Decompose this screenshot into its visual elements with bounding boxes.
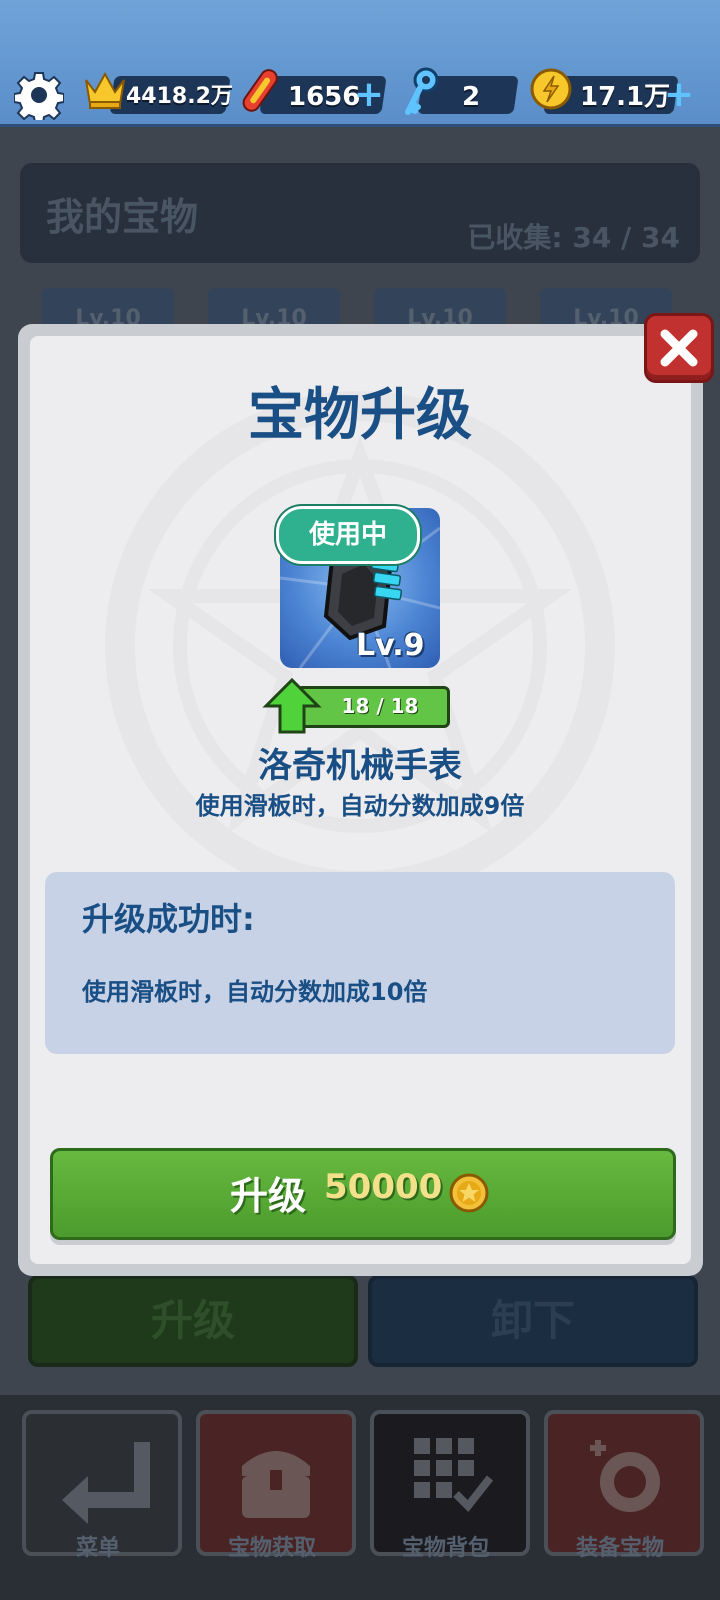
hoverboard-icon — [242, 69, 278, 112]
upgrade-success-title: 升级成功时: — [82, 900, 255, 938]
upgrade-arrow-icon — [262, 677, 322, 734]
in-use-badge: 使用中 — [276, 506, 420, 564]
add-coins-button[interactable]: + — [662, 76, 696, 114]
nav-equip-treasure-label: 装备宝物 — [575, 1536, 664, 1561]
item-level-label: Lv.9 — [356, 628, 425, 663]
background-upgrade-button: 升级 — [28, 1275, 358, 1367]
item-name: 洛奇机械手表 — [258, 746, 462, 786]
crowns-value: 4418.2万 — [126, 84, 233, 109]
upgrade-cost: 50000 — [324, 1167, 443, 1207]
crown-icon — [85, 71, 125, 109]
nav-menu-label: 菜单 — [75, 1536, 120, 1561]
nav-treasure-acquire-label: 宝物获取 — [227, 1536, 316, 1561]
modal-title: 宝物升级 — [248, 383, 472, 448]
boards-value: 1656 — [288, 82, 361, 112]
add-boards-button[interactable]: + — [352, 76, 386, 114]
upgrade-button-label: 升级 — [230, 1174, 307, 1218]
upgrade-success-description: 使用滑板时，自动分数加成10倍 — [82, 978, 428, 1006]
coin-icon — [449, 1173, 489, 1213]
upgrade-progress-text: 18 / 18 — [341, 694, 419, 718]
settings-gear-icon[interactable] — [14, 70, 64, 120]
key-icon — [405, 67, 439, 115]
collection-count: 已收集: 34 / 34 — [467, 221, 680, 254]
item-description: 使用滑板时，自动分数加成9倍 — [195, 792, 525, 820]
background-unequip-button: 卸下 — [368, 1275, 698, 1367]
nav-treasure-bag-label: 宝物背包 — [401, 1536, 490, 1561]
coins-value: 17.1万 — [580, 82, 671, 112]
collection-title: 我的宝物 — [46, 195, 199, 239]
keys-value: 2 — [462, 82, 481, 112]
coin-icon — [530, 68, 572, 110]
